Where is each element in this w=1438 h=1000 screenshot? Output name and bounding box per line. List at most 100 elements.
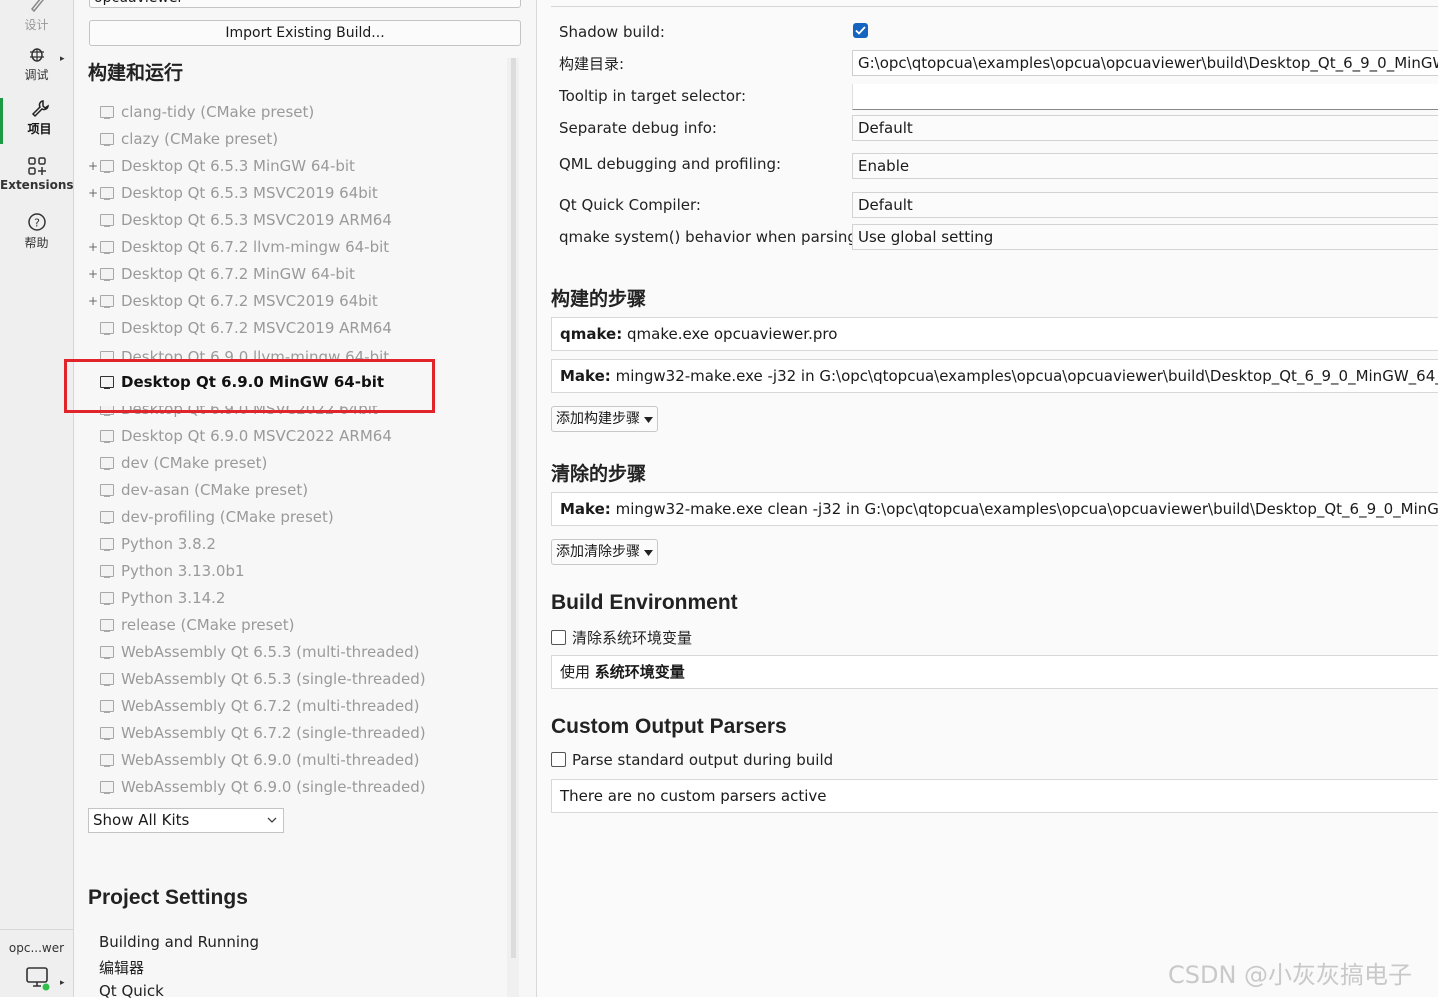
kit-item[interactable]: WebAssembly Qt 6.7.2 (multi-threaded) xyxy=(100,693,420,720)
kit-item[interactable]: WebAssembly Qt 6.9.0 (single-threaded) xyxy=(100,774,426,801)
kit-item-label: clazy (CMake preset) xyxy=(121,130,279,148)
kit-item[interactable]: + Desktop Qt 6.5.3 MSVC2019 64bit xyxy=(88,180,378,207)
add-build-step-button[interactable]: 添加构建步骤 xyxy=(551,406,659,432)
clear-env-checkbox[interactable] xyxy=(551,630,566,645)
parse-output-checkbox[interactable] xyxy=(551,752,566,767)
kit-item[interactable]: + Desktop Qt 6.7.2 llvm-mingw 64-bit xyxy=(88,234,390,261)
kit-monitor-icon xyxy=(100,781,114,794)
kit-item[interactable]: Python 3.13.0b1 xyxy=(100,558,245,585)
qmake-system-select[interactable]: Use global setting xyxy=(852,224,1438,250)
build-step-qmake-name: qmake: xyxy=(560,325,623,343)
kit-monitor-icon xyxy=(100,484,114,497)
kit-item[interactable]: Desktop Qt 6.5.3 MSVC2019 ARM64 xyxy=(100,207,392,234)
kit-item[interactable]: + Desktop Qt 6.7.2 MSVC2019 64bit xyxy=(88,288,378,315)
kit-item[interactable]: WebAssembly Qt 6.7.2 (single-threaded) xyxy=(100,720,426,747)
kit-item-label: Desktop Qt 6.7.2 llvm-mingw 64-bit xyxy=(121,238,390,256)
env-summary[interactable]: 使用 系统环境变量 xyxy=(551,655,1438,689)
project-combo[interactable]: opcuaviewer xyxy=(89,0,521,8)
kit-scrollbar-handle[interactable] xyxy=(511,58,516,958)
kit-item-label: WebAssembly Qt 6.9.0 (multi-threaded) xyxy=(121,751,420,769)
kit-item-label: Python 3.14.2 xyxy=(121,589,226,607)
qml-debug-select[interactable]: Enable xyxy=(852,153,1438,179)
show-kits-select[interactable]: Show All Kits xyxy=(88,808,284,833)
qtquick-compiler-select[interactable]: Default xyxy=(852,192,1438,218)
kit-item-label: clang-tidy (CMake preset) xyxy=(121,103,315,121)
kit-item[interactable]: + Desktop Qt 6.5.3 MinGW 64-bit xyxy=(88,153,355,180)
kit-item[interactable]: clang-tidy (CMake preset) xyxy=(100,99,314,126)
build-dir-input[interactable]: G:\opc\qtopcua\examples\opcua\opcuaviewe… xyxy=(852,50,1438,76)
kit-item-label: dev-asan (CMake preset) xyxy=(121,481,309,499)
kit-item-label: Python 3.8.2 xyxy=(121,535,216,553)
project-selector-label[interactable]: opc...wer xyxy=(0,941,73,955)
clear-env-checkbox-row[interactable]: 清除系统环境变量 xyxy=(551,627,692,648)
dropdown-arrow-icon xyxy=(644,550,654,556)
show-kits-value: Show All Kits xyxy=(93,811,190,829)
kit-monitor-icon xyxy=(100,457,114,470)
expand-plus-icon[interactable]: + xyxy=(88,153,98,180)
expand-plus-icon[interactable]: + xyxy=(88,288,98,315)
tooltip-input[interactable] xyxy=(852,84,1438,110)
kit-item-label: WebAssembly Qt 6.5.3 (multi-threaded) xyxy=(121,643,420,661)
kit-item[interactable]: WebAssembly Qt 6.5.3 (single-threaded) xyxy=(100,666,426,693)
checkmark-icon xyxy=(855,26,866,35)
kit-monitor-icon xyxy=(100,241,114,254)
kit-item[interactable]: Desktop Qt 6.7.2 MSVC2019 ARM64 xyxy=(100,315,392,342)
kit-item[interactable]: Desktop Qt 6.9.0 MSVC2022 ARM64 xyxy=(100,423,392,450)
add-clean-step-button[interactable]: 添加清除步骤 xyxy=(551,539,659,565)
no-parsers-box: There are no custom parsers active xyxy=(551,779,1438,813)
kit-item[interactable]: dev (CMake preset) xyxy=(100,450,267,477)
build-step-make[interactable]: Make: mingw32-make.exe -j32 in G:\opc\qt… xyxy=(551,359,1438,393)
extensions-grid-icon xyxy=(27,157,46,175)
debug-expand-arrow-icon[interactable]: ▸ xyxy=(60,54,65,64)
kit-item[interactable]: release (CMake preset) xyxy=(100,612,294,639)
kit-monitor-icon xyxy=(100,160,114,173)
kit-item[interactable]: dev-profiling (CMake preset) xyxy=(100,504,334,531)
build-step-make-detail: mingw32-make.exe -j32 in G:\opc\qtopcua\… xyxy=(615,367,1438,385)
kit-item-label: Desktop Qt 6.9.0 MSVC2022 ARM64 xyxy=(121,427,392,445)
expand-plus-icon[interactable]: + xyxy=(88,234,98,261)
shadow-build-checkbox[interactable] xyxy=(853,23,868,38)
shadow-build-label: Shadow build: xyxy=(559,23,665,41)
kit-item-label: Desktop Qt 6.5.3 MinGW 64-bit xyxy=(121,157,355,175)
mode-help[interactable]: ? 帮助 xyxy=(0,212,73,251)
mode-design[interactable]: 设计 xyxy=(0,0,73,33)
mode-projects[interactable]: 项目 xyxy=(0,98,76,144)
kit-item[interactable]: dev-asan (CMake preset) xyxy=(100,477,308,504)
kit-item-label: WebAssembly Qt 6.7.2 (multi-threaded) xyxy=(121,697,420,715)
kit-item[interactable]: clazy (CMake preset) xyxy=(100,126,278,153)
add-build-step-label: 添加构建步骤 xyxy=(556,411,640,427)
kit-item[interactable]: +Desktop Qt 6.9.0 llvm-mingw 64-bit xyxy=(100,344,389,359)
parse-output-checkbox-row[interactable]: Parse standard output during build xyxy=(551,751,833,769)
mode-extensions[interactable]: Extensions xyxy=(0,156,74,192)
target-expand-arrow-icon[interactable]: ▸ xyxy=(60,978,65,988)
clear-env-label: 清除系统环境变量 xyxy=(572,629,693,647)
kit-item[interactable]: Python 3.8.2 xyxy=(100,531,216,558)
kit-monitor-icon xyxy=(100,268,114,281)
kit-item-label: WebAssembly Qt 6.5.3 (single-threaded) xyxy=(121,670,426,688)
kit-item[interactable]: Python 3.14.2 xyxy=(100,585,225,612)
debug-info-label: Separate debug info: xyxy=(559,119,717,137)
mode-extensions-label: Extensions xyxy=(0,178,74,192)
kit-monitor-icon xyxy=(100,322,114,335)
tooltip-label: Tooltip in target selector: xyxy=(559,87,746,105)
expand-plus-icon[interactable]: + xyxy=(88,261,98,288)
target-selector[interactable] xyxy=(25,965,51,995)
kit-item[interactable]: WebAssembly Qt 6.5.3 (multi-threaded) xyxy=(100,639,420,666)
import-existing-build-button[interactable]: Import Existing Build... xyxy=(89,20,521,46)
clean-step-make-detail: mingw32-make.exe clean -j32 in G:\opc\qt… xyxy=(615,500,1438,518)
clean-step-make-name: Make: xyxy=(560,500,611,518)
ps-item-qtquick[interactable]: Qt Quick xyxy=(99,982,164,1000)
build-step-qmake[interactable]: qmake: qmake.exe opcuaviewer.pro xyxy=(551,317,1438,351)
kit-panel: opcuaviewer Import Existing Build... 构建和… xyxy=(74,0,537,1000)
kit-item[interactable]: + Desktop Qt 6.7.2 MinGW 64-bit xyxy=(88,261,355,288)
kit-monitor-icon xyxy=(100,727,114,740)
debug-info-select[interactable]: Default xyxy=(852,115,1438,141)
kit-item[interactable]: WebAssembly Qt 6.9.0 (multi-threaded) xyxy=(100,747,420,774)
expand-plus-icon[interactable]: + xyxy=(88,180,98,207)
kit-monitor-icon xyxy=(100,538,114,551)
clean-step-make[interactable]: Make: mingw32-make.exe clean -j32 in G:\… xyxy=(551,492,1438,526)
ps-item-building-running[interactable]: Building and Running xyxy=(99,933,259,951)
qmake-system-label: qmake system() behavior when parsing: xyxy=(559,228,863,246)
build-dir-label: 构建目录: xyxy=(559,55,625,73)
ps-item-editor[interactable]: 编辑器 xyxy=(99,957,144,978)
